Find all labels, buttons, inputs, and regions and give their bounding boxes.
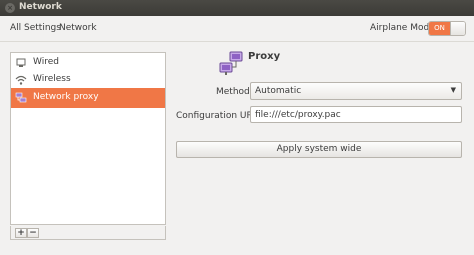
proxy-title: Proxy <box>248 51 281 62</box>
sidebar-item-label: Network proxy <box>33 92 99 102</box>
toggle-knob[interactable] <box>450 22 465 35</box>
sidebar-item-label: Wired <box>33 57 59 67</box>
sidebar-item-network-proxy[interactable]: Network proxy <box>11 88 165 108</box>
network-proxy-icon <box>219 51 243 75</box>
toggle-state-label: ON <box>429 22 450 35</box>
remove-connection-button[interactable]: − <box>27 228 39 238</box>
toolbar: All Settings Network Airplane Mode ON <box>0 16 474 42</box>
close-icon[interactable]: × <box>5 3 15 13</box>
sidebar-item-label: Wireless <box>33 74 71 84</box>
device-list: Wired Wireless Network proxy <box>10 52 166 225</box>
breadcrumb-network: Network <box>59 23 97 33</box>
add-connection-button[interactable]: + <box>15 228 27 238</box>
method-label: Method <box>216 87 250 97</box>
chevron-down-icon: ▼ <box>450 86 456 94</box>
proxy-icon <box>15 92 27 103</box>
wifi-icon <box>15 75 27 85</box>
configuration-url-label: Configuration URL <box>176 111 258 121</box>
configuration-url-input[interactable] <box>250 106 462 123</box>
airplane-mode-label: Airplane Mode <box>370 23 435 33</box>
method-select[interactable]: Automatic ▼ <box>250 82 462 100</box>
wired-icon <box>16 58 26 67</box>
apply-system-wide-button[interactable]: Apply system wide <box>176 141 462 158</box>
method-selected-value: Automatic <box>255 86 302 96</box>
sidebar-item-wireless[interactable]: Wireless <box>11 70 165 90</box>
all-settings-button[interactable]: All Settings <box>10 23 61 33</box>
title-bar: × Network <box>0 0 474 16</box>
airplane-mode-toggle[interactable]: ON <box>428 21 466 36</box>
list-actions: + − <box>10 226 166 240</box>
window-title: Network <box>19 2 62 12</box>
